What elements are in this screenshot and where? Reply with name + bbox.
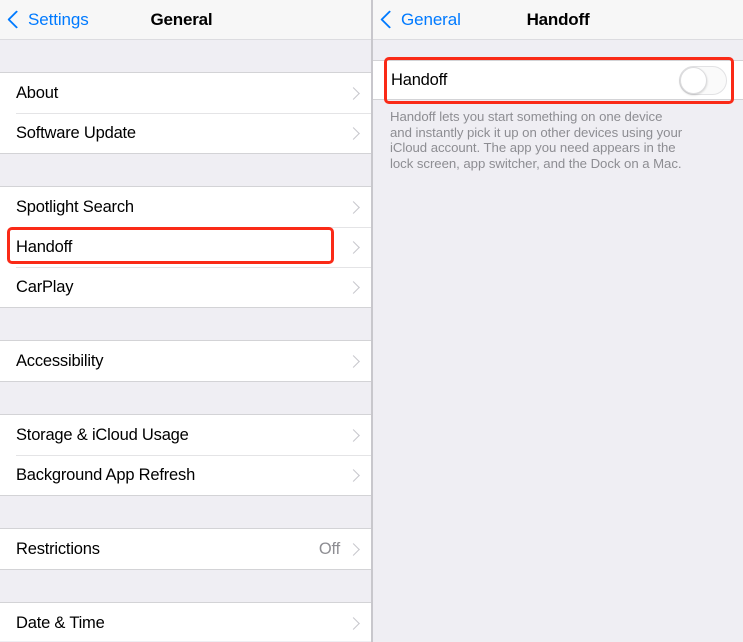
handoff-toggle-switch[interactable] <box>679 65 727 95</box>
settings-group-2: Accessibility <box>0 340 371 382</box>
settings-group-1: Spotlight Search Handoff CarPlay <box>0 186 371 308</box>
chevron-left-icon <box>7 10 26 29</box>
sidebar-item-date-time[interactable]: Date & Time <box>0 603 371 641</box>
list-spacer <box>0 382 371 414</box>
sidebar-item-software-update[interactable]: Software Update <box>0 113 371 153</box>
chevron-right-icon <box>347 126 360 140</box>
chevron-right-icon <box>347 468 360 482</box>
sidebar-item-about[interactable]: About <box>0 73 371 113</box>
settings-list[interactable]: About Software Update Spotlight Search H… <box>0 40 371 641</box>
settings-group-5: Date & Time <box>0 602 371 641</box>
list-spacer <box>0 496 371 528</box>
settings-group-3: Storage & iCloud Usage Background App Re… <box>0 414 371 496</box>
sidebar-item-storage-icloud-usage[interactable]: Storage & iCloud Usage <box>0 415 371 455</box>
handoff-description: Handoff lets you start something on one … <box>390 109 683 171</box>
chevron-left-icon <box>380 10 399 29</box>
handoff-detail-panel: General Handoff Handoff Handoff lets you… <box>373 0 743 642</box>
chevron-right-icon <box>347 354 360 368</box>
sidebar-item-handoff[interactable]: Handoff <box>0 227 371 267</box>
back-button-label: Settings <box>28 9 89 29</box>
list-spacer <box>0 308 371 340</box>
settings-group-0: About Software Update <box>0 72 371 154</box>
chevron-right-icon <box>347 280 360 294</box>
right-navigation-bar: General Handoff <box>373 0 743 40</box>
list-spacer <box>0 154 371 186</box>
back-to-general-button[interactable]: General <box>380 9 461 30</box>
chevron-right-icon <box>347 200 360 214</box>
chevron-right-icon <box>347 542 360 556</box>
chevron-right-icon <box>347 86 360 100</box>
chevron-right-icon <box>347 428 360 442</box>
row-label: Accessibility <box>16 351 104 370</box>
chevron-right-icon <box>347 616 360 630</box>
settings-group-4: Restrictions Off <box>0 528 371 570</box>
row-label: Handoff <box>16 237 73 256</box>
row-label: Spotlight Search <box>16 197 134 216</box>
sidebar-item-restrictions[interactable]: Restrictions Off <box>0 529 371 569</box>
row-label: CarPlay <box>16 277 74 296</box>
ios-settings-screen: Settings General About Software Update S… <box>0 0 743 642</box>
detail-top-spacer <box>373 40 743 60</box>
row-label: Background App Refresh <box>16 465 196 484</box>
row-label: Date & Time <box>16 613 105 632</box>
chevron-right-icon <box>347 240 360 254</box>
sidebar-item-background-app-refresh[interactable]: Background App Refresh <box>0 455 371 495</box>
handoff-toggle-group: Handoff <box>373 60 743 100</box>
sidebar-item-spotlight-search[interactable]: Spotlight Search <box>0 187 371 227</box>
restrictions-value: Off <box>318 539 340 558</box>
row-label: Restrictions <box>16 539 100 558</box>
handoff-toggle-row[interactable]: Handoff <box>373 61 743 99</box>
back-to-settings-button[interactable]: Settings <box>7 9 89 30</box>
row-label: Storage & iCloud Usage <box>16 425 189 444</box>
list-spacer <box>0 570 371 602</box>
toggle-knob <box>680 66 707 94</box>
general-settings-panel: Settings General About Software Update S… <box>0 0 371 642</box>
row-label: Software Update <box>16 123 136 142</box>
row-label: About <box>16 83 59 102</box>
sidebar-item-carplay[interactable]: CarPlay <box>0 267 371 307</box>
back-button-label: General <box>401 9 461 29</box>
sidebar-item-accessibility[interactable]: Accessibility <box>0 341 371 381</box>
list-top-spacer <box>0 40 371 72</box>
left-navigation-bar: Settings General <box>0 0 371 40</box>
handoff-toggle-label: Handoff <box>391 70 448 89</box>
